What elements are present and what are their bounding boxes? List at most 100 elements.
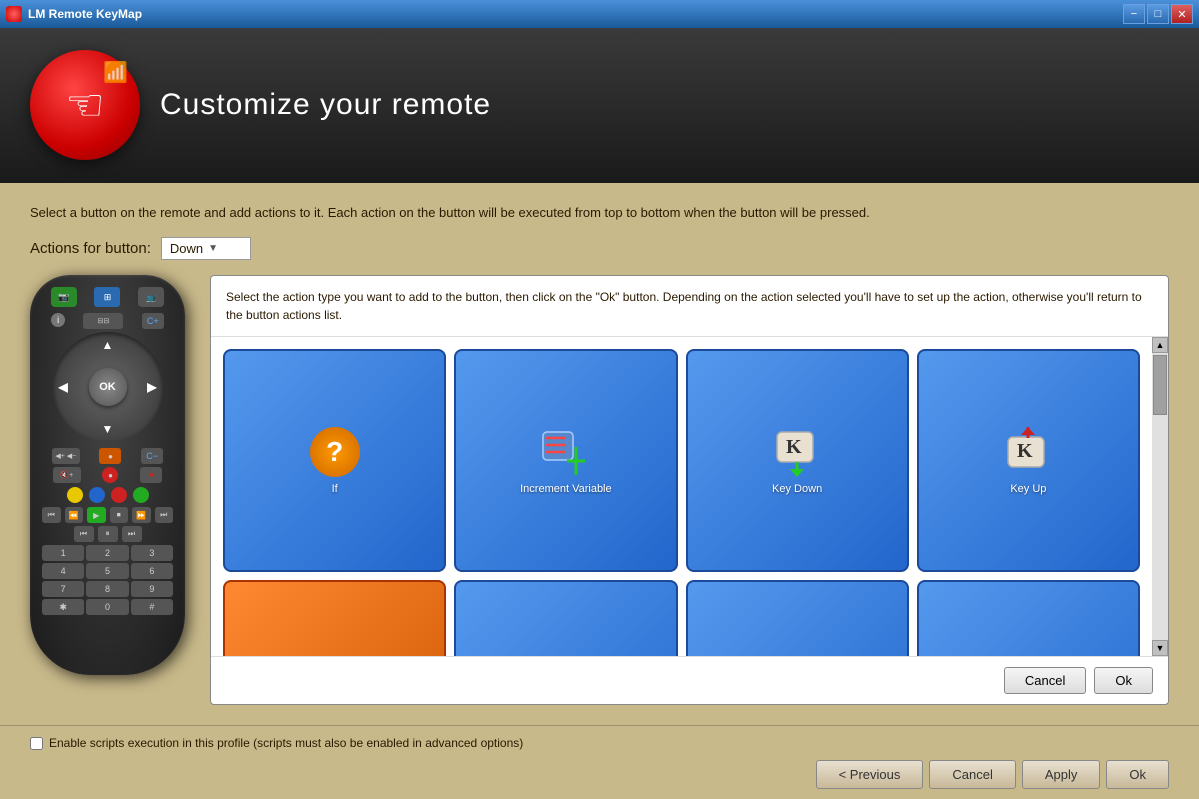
remote-prev2-btn[interactable]: ⏮ [74, 526, 94, 542]
svg-text:K: K [1017, 440, 1033, 462]
action-item-key-down[interactable]: K Key Down [686, 349, 909, 572]
app-icon [6, 6, 22, 22]
apply-button[interactable]: Apply [1022, 760, 1101, 789]
scripts-checkbox-row: Enable scripts execution in this profile… [30, 736, 1169, 750]
remote-cplus-btn[interactable]: C+ [142, 313, 164, 329]
remote-windows-btn[interactable]: ⊞ [94, 287, 120, 307]
cancel-button[interactable]: Cancel [929, 760, 1015, 789]
close-button[interactable]: ✕ [1171, 4, 1193, 24]
remote-stop-btn[interactable]: ⏹ [110, 507, 129, 523]
action-grid: ? If [211, 337, 1152, 656]
remote-yellow-btn[interactable] [67, 487, 83, 503]
chevron-down-icon: ▼ [208, 243, 218, 254]
if-icon: ? [310, 427, 360, 477]
actions-header: Actions for button: Down ▼ [30, 237, 1169, 260]
scripts-checkbox[interactable] [30, 737, 43, 750]
maximize-button[interactable]: □ [1147, 4, 1169, 24]
action-item-increment-variable[interactable]: Increment Variable [454, 349, 677, 572]
remote-orange-btn[interactable]: ● [99, 448, 121, 464]
action-item-key-up[interactable]: K Key Up [917, 349, 1140, 572]
action-label-keyup: Key Up [1010, 483, 1046, 495]
nav-down-icon[interactable]: ▼ [102, 422, 114, 436]
remote-control: 📷 ⊞ 📺 i ⊟⊟ C+ ▲ ▼ ◀ ▶ [30, 275, 185, 675]
remote-numpad: 1 2 3 4 5 6 7 8 9 ✱ 0 # [42, 545, 173, 615]
remote-pause-btn[interactable]: ⏸ [98, 526, 118, 542]
scroll-down-arrow[interactable]: ▼ [1152, 640, 1168, 656]
remote-heart-btn[interactable]: ♥ [140, 467, 162, 483]
app-title: LM Remote KeyMap [28, 7, 142, 21]
dropdown-value: Down [170, 241, 203, 256]
remote-star[interactable]: ✱ [42, 599, 84, 615]
button-dropdown[interactable]: Down ▼ [161, 237, 251, 260]
remote-color-btns [42, 487, 173, 503]
remote-num1[interactable]: 1 [42, 545, 84, 561]
remote-record-btn[interactable]: ● [102, 467, 118, 483]
scroll-thumb[interactable] [1153, 355, 1167, 415]
remote-num9[interactable]: 9 [131, 581, 173, 597]
key-up-icon: K [1003, 427, 1053, 477]
actions-for-button-label: Actions for button: [30, 240, 151, 257]
nav-right-icon[interactable]: ▶ [147, 380, 156, 394]
remote-hash[interactable]: # [131, 599, 173, 615]
action-label-if: If [332, 483, 338, 495]
remote-vol-btn[interactable]: ◀+ ◀− [52, 448, 80, 464]
action-panel-description: Select the action type you want to add t… [211, 276, 1168, 337]
page-title: Customize your remote [160, 88, 491, 122]
remote-num2[interactable]: 2 [86, 545, 128, 561]
remote-num5[interactable]: 5 [86, 563, 128, 579]
action-grid-container: ? If [211, 337, 1168, 656]
remote-mute-btn[interactable]: 🔇+ [53, 467, 81, 483]
ok-button[interactable]: Ok [1106, 760, 1169, 789]
action-item-keystroke[interactable]: A Keystroke [223, 580, 446, 656]
remote-num7[interactable]: 7 [42, 581, 84, 597]
remote-uuce-btn[interactable]: ⊟⊟ [83, 313, 123, 329]
main-layout: 📷 ⊞ 📺 i ⊟⊟ C+ ▲ ▼ ◀ ▶ [30, 275, 1169, 705]
title-bar: LM Remote KeyMap − □ ✕ [0, 0, 1199, 28]
action-panel: Select the action type you want to add t… [210, 275, 1169, 705]
key-down-icon: K [772, 427, 822, 477]
remote-rew-btn[interactable]: ⏪ [65, 507, 84, 523]
hand-icon: ☜ [65, 80, 104, 131]
remote-num3[interactable]: 3 [131, 545, 173, 561]
remote-play-btn[interactable]: ▶ [87, 507, 106, 523]
remote-info-btn[interactable]: i [51, 313, 65, 327]
header: ☜ 📶 Customize your remote [0, 28, 1199, 183]
remote-blue-btn[interactable] [89, 487, 105, 503]
remote-next2-btn[interactable]: ⏭ [122, 526, 142, 542]
main-window: ☜ 📶 Customize your remote Select a butto… [0, 28, 1199, 799]
action-item-if[interactable]: ? If [223, 349, 446, 572]
minimize-button[interactable]: − [1123, 4, 1145, 24]
ok-center-btn[interactable]: OK [89, 368, 127, 406]
nav-up-icon[interactable]: ▲ [102, 338, 114, 352]
previous-button[interactable]: < Previous [816, 760, 924, 789]
remote-fwd-btn[interactable]: ⏩ [132, 507, 151, 523]
action-item-launch-application[interactable]: Launch Application [454, 580, 677, 656]
cancel-dialog-button[interactable]: Cancel [1004, 667, 1086, 694]
remote-nav-ring: ▲ ▼ ◀ ▶ OK [53, 332, 163, 442]
svg-text:K: K [786, 436, 802, 458]
content-area: Select a button on the remote and add ac… [0, 183, 1199, 726]
remote-cminus-btn[interactable]: C− [141, 448, 163, 464]
remote-container: 📷 ⊞ 📺 i ⊟⊟ C+ ▲ ▼ ◀ ▶ [30, 275, 190, 705]
remote-top-icons: 📷 ⊞ 📺 [42, 287, 173, 307]
remote-green-btn[interactable]: 📷 [51, 287, 77, 307]
remote-info-row: i ⊟⊟ C+ [42, 313, 173, 329]
scroll-up-arrow[interactable]: ▲ [1152, 337, 1168, 353]
remote-num4[interactable]: 4 [42, 563, 84, 579]
remote-num0[interactable]: 0 [86, 599, 128, 615]
remote-num8[interactable]: 8 [86, 581, 128, 597]
action-item-maximize[interactable]: Maximize [686, 580, 909, 656]
action-item-minimize[interactable]: Minimize [917, 580, 1140, 656]
action-label-keydown: Key Down [772, 483, 822, 495]
increment-variable-icon [541, 427, 591, 477]
remote-tv-btn[interactable]: 📺 [138, 287, 164, 307]
vertical-scrollbar[interactable]: ▲ ▼ [1152, 337, 1168, 656]
ok-dialog-button[interactable]: Ok [1094, 667, 1153, 694]
signal-waves-icon: 📶 [103, 60, 128, 85]
remote-red-btn[interactable] [111, 487, 127, 503]
nav-left-icon[interactable]: ◀ [59, 380, 68, 394]
remote-prev-btn[interactable]: ⏮ [42, 507, 61, 523]
remote-num6[interactable]: 6 [131, 563, 173, 579]
remote-next-btn[interactable]: ⏭ [155, 507, 174, 523]
remote-green-color-btn[interactable] [133, 487, 149, 503]
